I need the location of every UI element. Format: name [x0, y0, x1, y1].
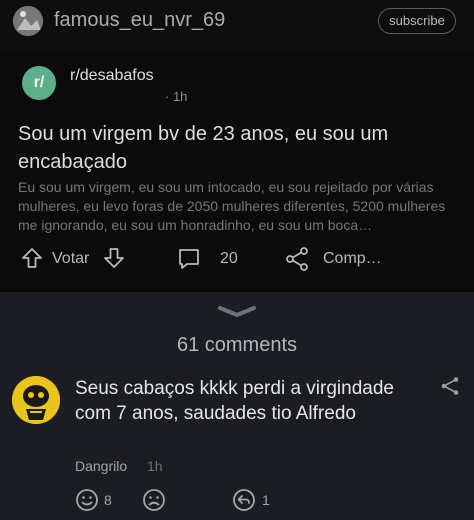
comment-avatar[interactable] — [12, 376, 60, 424]
post-time: · 1h — [165, 89, 188, 104]
upvote-count: 8 — [104, 492, 112, 508]
reply-icon[interactable] — [232, 488, 256, 512]
vote-label: Votar — [52, 250, 90, 267]
post-title[interactable]: Sou um virgem bv de 23 anos, eu sou um e… — [18, 120, 458, 176]
comments-count: 61 comments — [176, 334, 298, 356]
smile-icon[interactable] — [75, 488, 99, 512]
comments-section: 61 comments Seus cabaços kkkk perdi a vi… — [0, 292, 474, 520]
share-label[interactable]: Comp… — [323, 250, 382, 268]
share-icon[interactable] — [284, 246, 310, 272]
post-actions: Votar 20 Comp… — [0, 242, 474, 276]
sad-face-icon[interactable] — [142, 488, 166, 512]
header-username[interactable]: famous_eu_nvr_69 — [54, 9, 225, 32]
downvote-icon[interactable] — [102, 246, 126, 270]
comment-actions: 8 1 — [0, 488, 474, 514]
comment-share-icon[interactable] — [440, 376, 460, 396]
chevron-down-icon[interactable] — [216, 304, 258, 320]
user-avatar[interactable] — [13, 6, 43, 36]
top-bar: famous_eu_nvr_69 subscribe — [0, 0, 474, 50]
comment-time: 1h — [147, 458, 163, 474]
comment-text[interactable]: Seus cabaços kkkk perdi a virgindade com… — [75, 376, 425, 426]
reply-count: 1 — [262, 492, 270, 508]
comment-count[interactable]: 20 — [220, 250, 238, 268]
upvote-icon[interactable] — [20, 246, 44, 270]
subscribe-button[interactable]: subscribe — [378, 8, 456, 34]
post-body[interactable]: Eu sou um virgem, eu sou um intocado, eu… — [18, 178, 458, 238]
subreddit-icon[interactable]: r/ — [22, 66, 56, 100]
comment-icon[interactable] — [176, 246, 202, 272]
subreddit-name[interactable]: r/desabafos — [70, 67, 154, 85]
post-card[interactable]: r/ r/desabafos · 1h Sou um virgem bv de … — [0, 50, 474, 292]
comment-author[interactable]: Dangrilo — [75, 458, 127, 474]
